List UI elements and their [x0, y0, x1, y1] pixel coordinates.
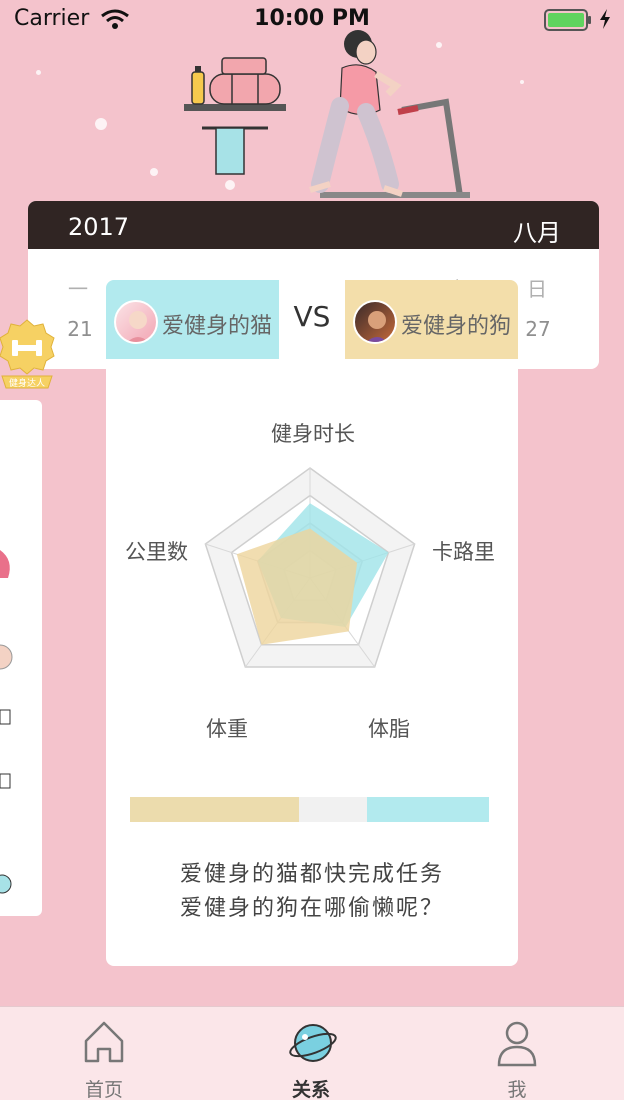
side-card-icon: [0, 709, 11, 725]
side-card-icon: [0, 874, 12, 894]
calendar-year: 2017: [68, 213, 130, 241]
side-card-icon: [0, 550, 10, 578]
player-dog-panel[interactable]: 爱健身的狗: [345, 280, 518, 359]
side-card-icon: [0, 773, 11, 789]
tab-home[interactable]: 首页: [44, 1007, 164, 1100]
radar-axis-label: 健身时长: [271, 422, 355, 446]
avatar: [353, 300, 397, 344]
tab-me-label: 我: [507, 1079, 527, 1100]
calendar-day[interactable]: 27: [518, 317, 558, 341]
side-card-icon: [0, 644, 13, 670]
decor-dot: [95, 118, 107, 130]
planet-icon: [289, 1024, 337, 1062]
decor-dot: [36, 70, 41, 75]
player-dog-name: 爱健身的狗: [401, 314, 512, 339]
charging-icon: [600, 9, 610, 29]
avatar-image: [127, 311, 149, 342]
home-icon: [84, 1021, 124, 1063]
decor-dot: [150, 168, 158, 176]
calendar-day[interactable]: 21: [60, 317, 100, 341]
vs-label: VS: [293, 300, 331, 333]
fitness-badge[interactable]: 健身达人: [0, 318, 56, 396]
radar-chart: [204, 467, 416, 668]
workout-illustration: [184, 30, 470, 198]
progress-bar-dog: [130, 797, 299, 822]
tab-home-label: 首页: [84, 1079, 123, 1100]
tab-me[interactable]: 我: [457, 1007, 577, 1100]
progress-bar-gap: [299, 797, 367, 822]
tab-relations[interactable]: 关系: [251, 1007, 371, 1100]
calendar-header: 2017 八月: [28, 201, 599, 249]
weekday-label: 日: [527, 277, 547, 301]
calendar-month: 八月: [513, 219, 561, 247]
tab-bar: 首页 关系 我: [0, 1006, 624, 1100]
avatar: [114, 300, 158, 344]
status-message-line1: 爱健身的猫都快完成任务: [179, 862, 444, 887]
decor-dot: [520, 80, 524, 84]
progress-bar-cat: [367, 797, 489, 822]
user-icon: [497, 1021, 537, 1067]
player-cat-panel[interactable]: 爱健身的猫: [106, 280, 279, 359]
avatar-image: [366, 311, 388, 342]
radar-axis-label: 卡路里: [432, 540, 495, 564]
radar-axis-label: 公里数: [125, 540, 188, 564]
radar-axis-label: 体脂: [368, 717, 410, 741]
player-cat-name: 爱健身的猫: [162, 314, 273, 339]
weekday-label: 一: [68, 277, 88, 301]
tab-relations-label: 关系: [291, 1079, 330, 1100]
badge-label: 健身达人: [9, 377, 45, 389]
status-message-line2: 爱健身的狗在哪偷懒呢？: [179, 896, 444, 921]
radar-axis-label: 体重: [206, 717, 248, 741]
battery-icon: [544, 9, 591, 31]
